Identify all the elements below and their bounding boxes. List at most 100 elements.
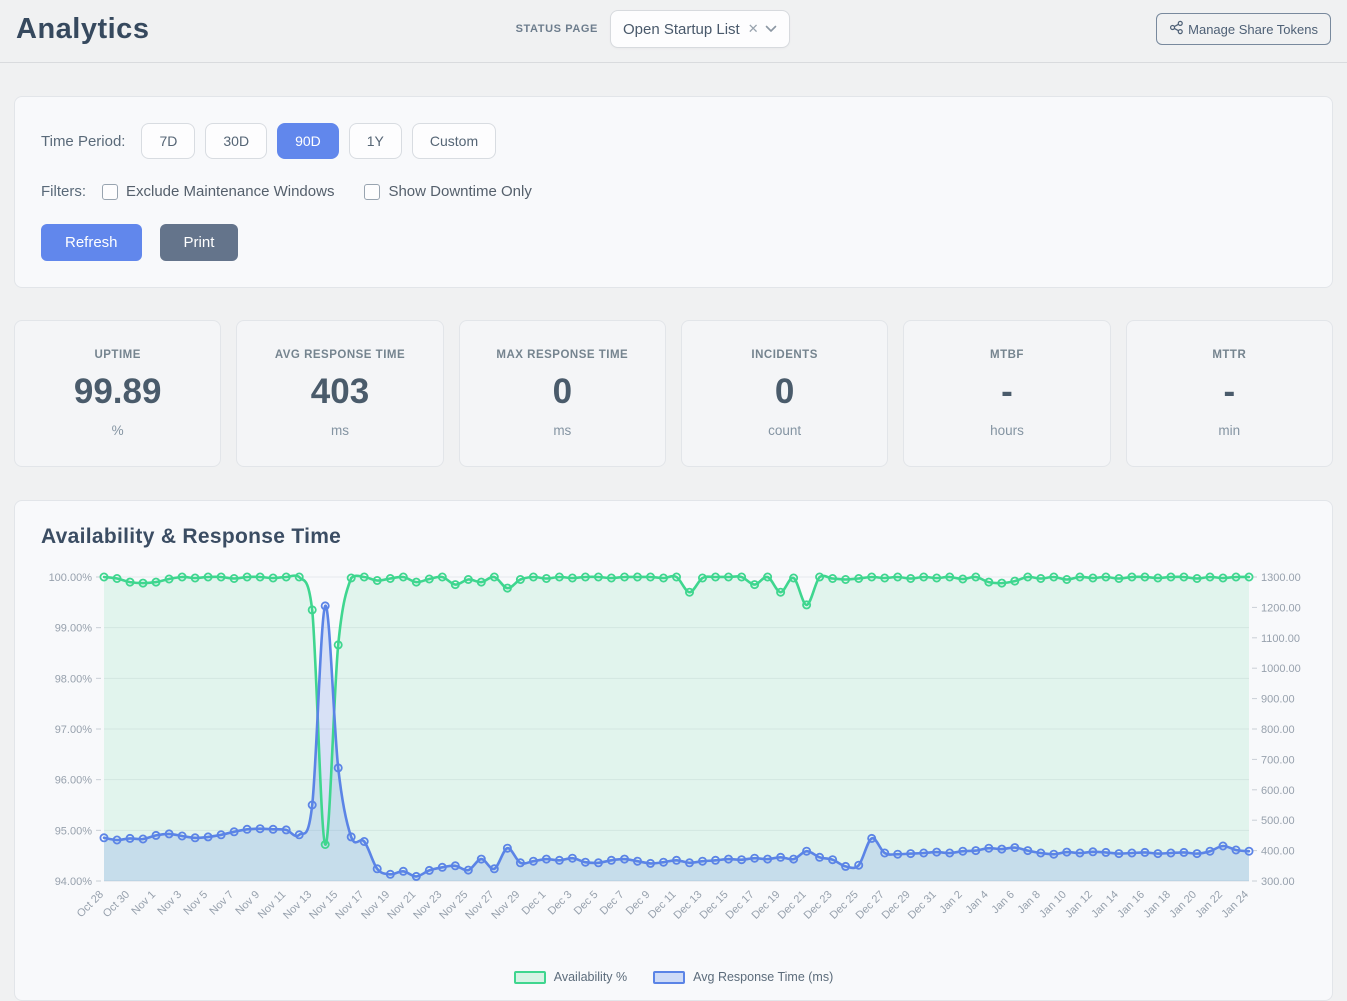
- stat-card-mttr: MTTR - min: [1126, 320, 1333, 467]
- svg-text:1300.00: 1300.00: [1261, 572, 1301, 584]
- svg-text:95.00%: 95.00%: [55, 825, 93, 837]
- top-bar: Analytics STATUS PAGE Open Startup List …: [0, 0, 1347, 63]
- stat-label: AVG RESPONSE TIME: [275, 349, 405, 361]
- status-page-selector-group: STATUS PAGE Open Startup List ✕: [149, 10, 1156, 48]
- svg-text:Jan 4: Jan 4: [963, 889, 991, 917]
- stat-value: -: [1223, 372, 1235, 412]
- svg-text:500.00: 500.00: [1261, 815, 1295, 827]
- availability-response-chart: 100.00% 99.00% 98.00% 97.00% 96.00% 95.00% 94.…: [41, 555, 1304, 987]
- svg-text:1100.00: 1100.00: [1261, 633, 1300, 645]
- stat-value: 0: [553, 372, 572, 412]
- print-button[interactable]: Print: [160, 224, 239, 261]
- svg-text:Nov 7: Nov 7: [207, 889, 236, 918]
- period-button-90d[interactable]: 90D: [277, 123, 339, 159]
- stat-label: MAX RESPONSE TIME: [496, 349, 628, 361]
- svg-text:100.00%: 100.00%: [49, 572, 93, 584]
- time-period-label: Time Period:: [41, 133, 125, 150]
- svg-text:Jan 2: Jan 2: [937, 889, 965, 917]
- stat-unit: hours: [990, 423, 1024, 438]
- stat-unit: ms: [331, 423, 349, 438]
- time-period-row: Time Period: 7D 30D 90D 1Y Custom: [41, 123, 1306, 159]
- exclude-maintenance-label: Exclude Maintenance Windows: [126, 183, 334, 200]
- svg-text:Oct 28: Oct 28: [75, 889, 106, 920]
- legend-item[interactable]: Avg Response Time (ms): [653, 970, 833, 984]
- actions-row: Refresh Print: [41, 224, 1306, 261]
- svg-text:800.00: 800.00: [1261, 724, 1295, 736]
- svg-text:Nov 5: Nov 5: [181, 889, 210, 918]
- stat-card-incidents: INCIDENTS 0 count: [681, 320, 888, 467]
- chevron-down-icon: [765, 25, 777, 33]
- show-downtime-checkbox[interactable]: [364, 184, 380, 200]
- stat-label: MTTR: [1212, 349, 1246, 361]
- svg-text:Jan 18: Jan 18: [1141, 889, 1173, 921]
- exclude-maintenance-group: Exclude Maintenance Windows: [102, 183, 334, 200]
- stat-label: MTBF: [990, 349, 1024, 361]
- svg-text:Dec 5: Dec 5: [572, 889, 601, 918]
- svg-text:Jan 20: Jan 20: [1167, 889, 1199, 921]
- manage-share-tokens-button[interactable]: Manage Share Tokens: [1156, 13, 1331, 45]
- svg-text:Jan 16: Jan 16: [1115, 889, 1147, 921]
- svg-text:Dec 3: Dec 3: [546, 889, 575, 918]
- chart-title: Availability & Response Time: [41, 525, 1306, 549]
- status-page-selected-value: Open Startup List: [623, 21, 740, 38]
- svg-text:1200.00: 1200.00: [1261, 602, 1301, 614]
- page-title: Analytics: [16, 13, 149, 46]
- legend-swatch: [653, 971, 685, 984]
- svg-text:Jan 14: Jan 14: [1089, 889, 1121, 921]
- svg-text:96.00%: 96.00%: [55, 775, 93, 787]
- svg-text:Dec 1: Dec 1: [520, 889, 549, 918]
- svg-text:600.00: 600.00: [1261, 785, 1295, 797]
- period-button-7d[interactable]: 7D: [141, 123, 195, 159]
- svg-text:97.00%: 97.00%: [55, 724, 93, 736]
- period-button-1y[interactable]: 1Y: [349, 123, 402, 159]
- stat-card-mtbf: MTBF - hours: [903, 320, 1110, 467]
- legend-label: Availability %: [554, 970, 627, 984]
- svg-text:Oct 30: Oct 30: [101, 889, 132, 920]
- svg-text:700.00: 700.00: [1261, 754, 1295, 766]
- svg-text:94.00%: 94.00%: [55, 876, 93, 888]
- stat-value: 403: [311, 372, 369, 412]
- show-downtime-group: Show Downtime Only: [364, 183, 531, 200]
- svg-text:Jan 10: Jan 10: [1037, 889, 1069, 921]
- svg-text:400.00: 400.00: [1261, 846, 1295, 858]
- svg-text:Jan 22: Jan 22: [1193, 889, 1225, 921]
- stat-value: 0: [775, 372, 794, 412]
- filters-row: Filters: Exclude Maintenance Windows Sho…: [41, 183, 1306, 200]
- svg-text:Dec 7: Dec 7: [598, 889, 627, 918]
- stat-label: INCIDENTS: [751, 349, 817, 361]
- status-page-label: STATUS PAGE: [516, 23, 598, 35]
- period-button-30d[interactable]: 30D: [205, 123, 267, 159]
- stat-value: 99.89: [74, 372, 162, 412]
- svg-text:99.00%: 99.00%: [55, 623, 93, 635]
- exclude-maintenance-checkbox[interactable]: [102, 184, 118, 200]
- legend-label: Avg Response Time (ms): [693, 970, 833, 984]
- svg-text:300.00: 300.00: [1261, 876, 1295, 888]
- show-downtime-label: Show Downtime Only: [388, 183, 531, 200]
- stat-unit: count: [768, 423, 801, 438]
- refresh-button[interactable]: Refresh: [41, 224, 142, 261]
- manage-share-tokens-label: Manage Share Tokens: [1188, 22, 1318, 37]
- stat-unit: %: [112, 423, 124, 438]
- svg-text:Nov 1: Nov 1: [129, 889, 158, 918]
- svg-text:Jan 12: Jan 12: [1063, 889, 1095, 921]
- svg-text:Dec 31: Dec 31: [906, 889, 939, 922]
- stat-card-avg-response-time: AVG RESPONSE TIME 403 ms: [236, 320, 443, 467]
- stat-unit: min: [1218, 423, 1240, 438]
- svg-text:Jan 24: Jan 24: [1219, 889, 1251, 921]
- svg-text:Jan 6: Jan 6: [989, 889, 1017, 917]
- chart-panel: Availability & Response Time 100.00% 99.0…: [14, 500, 1333, 1001]
- stat-unit: ms: [553, 423, 571, 438]
- legend-swatch: [514, 971, 546, 984]
- legend-item[interactable]: Availability %: [514, 970, 627, 984]
- svg-text:1000.00: 1000.00: [1261, 663, 1301, 675]
- svg-text:98.00%: 98.00%: [55, 673, 93, 685]
- clear-selection-icon[interactable]: ✕: [748, 21, 759, 37]
- status-page-select[interactable]: Open Startup List ✕: [610, 10, 790, 48]
- stat-value: -: [1001, 372, 1013, 412]
- svg-text:Nov 29: Nov 29: [489, 889, 522, 922]
- svg-text:Nov 3: Nov 3: [155, 889, 184, 918]
- stat-card-uptime: UPTIME 99.89 %: [14, 320, 221, 467]
- svg-text:900.00: 900.00: [1261, 694, 1295, 706]
- share-icon: [1169, 20, 1184, 38]
- period-button-custom[interactable]: Custom: [412, 123, 496, 159]
